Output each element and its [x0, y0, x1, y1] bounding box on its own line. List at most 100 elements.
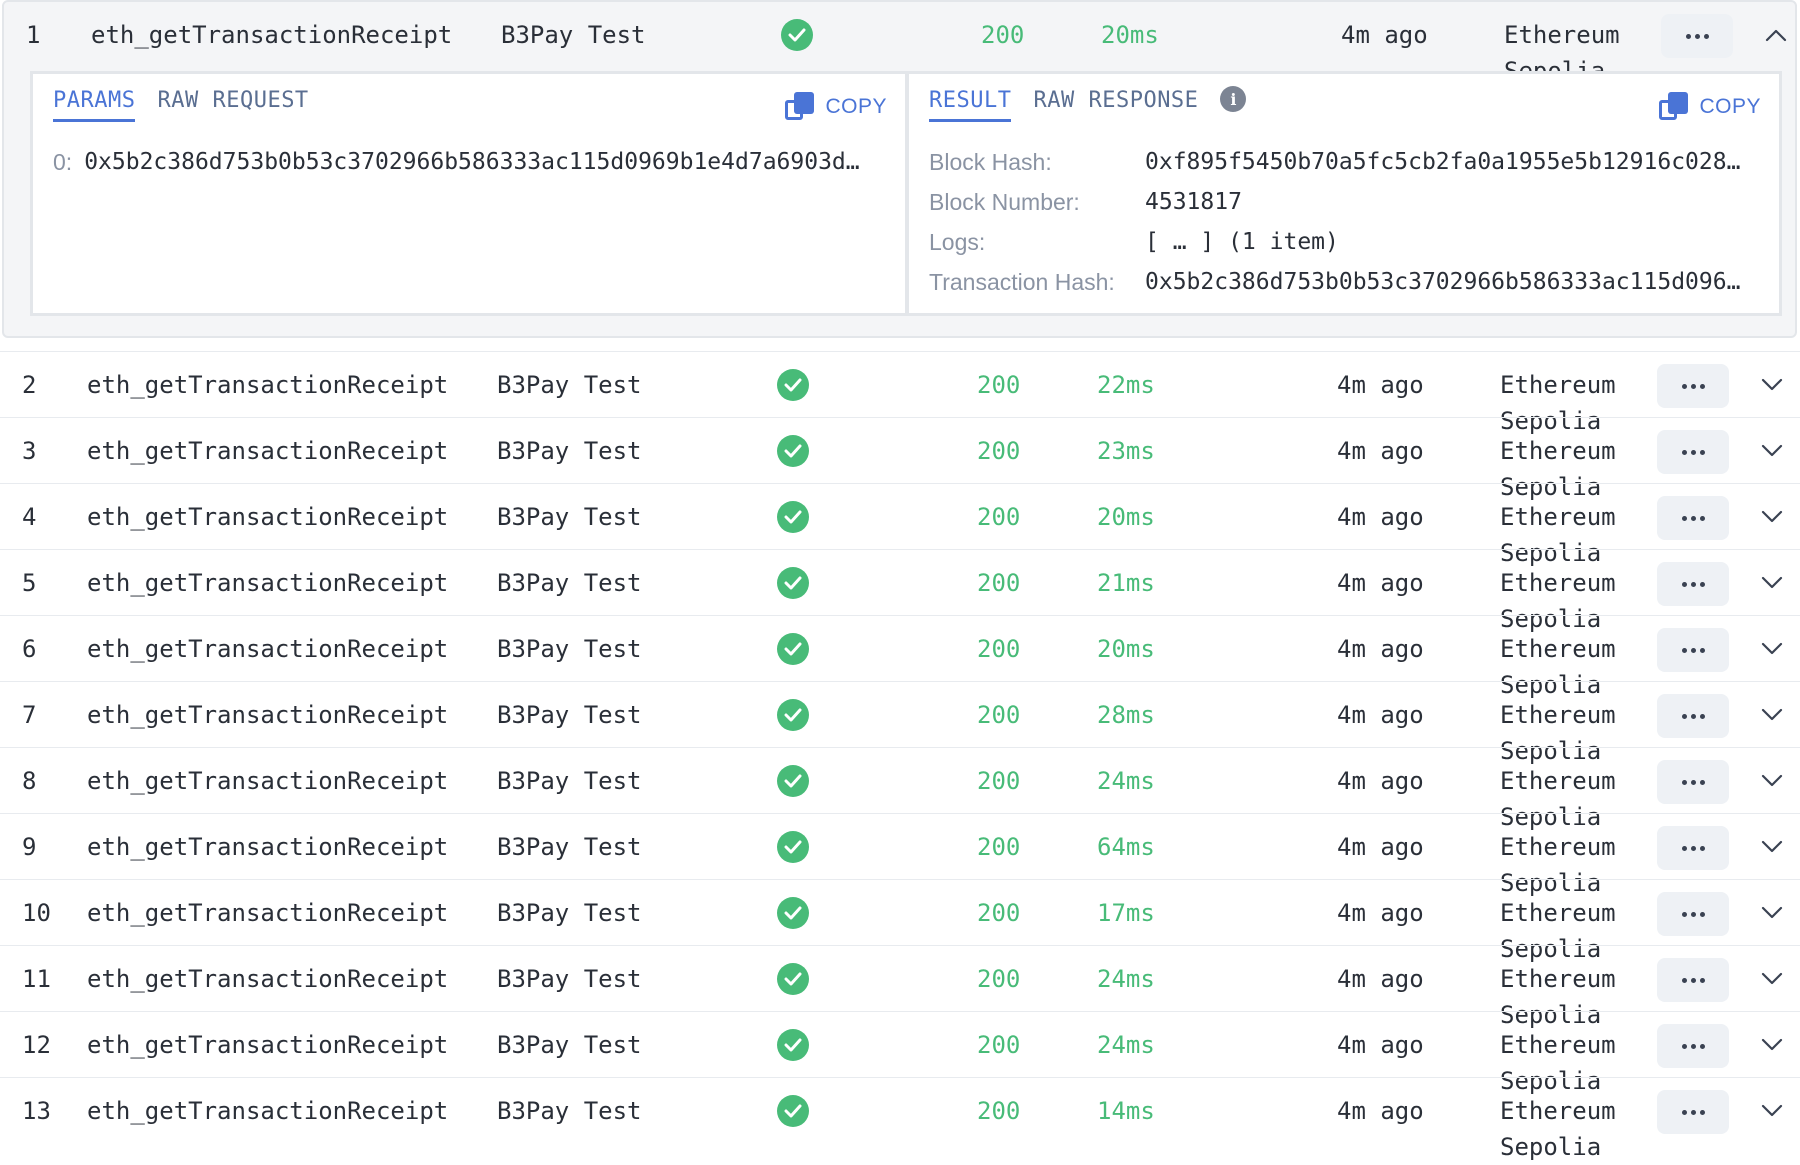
expand-row-button[interactable]: [1754, 748, 1790, 814]
status-code: 200: [981, 21, 1025, 49]
chevron-down-icon: [1761, 1038, 1783, 1051]
table-row[interactable]: 8 eth_getTransactionReceipt B3Pay Test 2…: [0, 748, 1800, 831]
more-options-button[interactable]: [1657, 628, 1729, 672]
copy-request-button[interactable]: COPY: [785, 92, 887, 122]
expand-row-button[interactable]: [1754, 418, 1790, 484]
table-row[interactable]: 9 eth_getTransactionReceipt B3Pay Test 2…: [0, 814, 1800, 897]
method-name: eth_getTransactionReceipt: [91, 21, 453, 49]
check-circle-icon: [781, 19, 813, 51]
table-row[interactable]: 2 eth_getTransactionReceipt B3Pay Test 2…: [0, 352, 1800, 435]
expand-row-button[interactable]: [1754, 1012, 1790, 1078]
timestamp: 4m ago: [1337, 767, 1424, 795]
latency: 64ms: [1097, 833, 1155, 861]
method-name: eth_getTransactionReceipt: [87, 569, 449, 597]
check-circle-icon: [777, 699, 809, 731]
table-row[interactable]: 10 eth_getTransactionReceipt B3Pay Test …: [0, 880, 1800, 963]
row-number: 11: [22, 965, 51, 993]
field-value[interactable]: 0xf895f5450b70a5fc5cb2fa0a1955e5b12916c0…: [1145, 149, 1740, 176]
row-number: 13: [22, 1097, 51, 1125]
chevron-down-icon: [1761, 972, 1783, 985]
field-value[interactable]: 4531817: [1145, 189, 1242, 216]
network-name: Ethereum: [1500, 1031, 1616, 1059]
more-options-button[interactable]: [1657, 760, 1729, 804]
network-name: Ethereum: [1500, 635, 1616, 663]
more-options-button[interactable]: [1657, 1024, 1729, 1068]
chevron-down-icon: [1761, 840, 1783, 853]
table-row[interactable]: 1 eth_getTransactionReceipt B3Pay Test 2…: [4, 2, 1800, 85]
field-value[interactable]: [ … ] (1 item): [1145, 229, 1339, 256]
table-row[interactable]: 5 eth_getTransactionReceipt B3Pay Test 2…: [0, 550, 1800, 633]
tab-raw-response[interactable]: RAW RESPONSE: [1033, 88, 1198, 119]
project-name: B3Pay Test: [497, 899, 642, 927]
method-name: eth_getTransactionReceipt: [87, 965, 449, 993]
expand-row-button[interactable]: [1754, 616, 1790, 682]
ellipsis-icon: [1685, 33, 1691, 39]
method-name: eth_getTransactionReceipt: [87, 1097, 449, 1125]
ellipsis-icon: [1681, 845, 1687, 851]
more-options-button[interactable]: [1657, 826, 1729, 870]
expand-row-button[interactable]: [1754, 946, 1790, 1012]
table-row[interactable]: 4 eth_getTransactionReceipt B3Pay Test 2…: [0, 484, 1800, 567]
row-number: 5: [22, 569, 37, 597]
copy-response-button[interactable]: COPY: [1659, 92, 1761, 122]
project-name: B3Pay Test: [497, 1031, 642, 1059]
expand-row-button[interactable]: [1754, 682, 1790, 748]
row-number: 3: [22, 437, 37, 465]
more-options-button[interactable]: [1657, 496, 1729, 540]
chevron-up-icon: [1765, 29, 1787, 42]
row-number: 2: [22, 371, 37, 399]
more-options-button[interactable]: [1657, 1090, 1729, 1134]
request-panel: PARAMS RAW REQUEST COPY 0: 0x5b2c386d753…: [30, 71, 908, 316]
table-row[interactable]: 12 eth_getTransactionReceipt B3Pay Test …: [0, 1012, 1800, 1095]
table-row[interactable]: 6 eth_getTransactionReceipt B3Pay Test 2…: [0, 616, 1800, 699]
ellipsis-icon: [1681, 977, 1687, 983]
more-options-button[interactable]: [1657, 562, 1729, 606]
more-options-button[interactable]: [1657, 430, 1729, 474]
field-value[interactable]: 0x5b2c386d753b0b53c3702966b586333ac115d0…: [1145, 269, 1740, 296]
expand-row-button[interactable]: [1754, 484, 1790, 550]
tab-result[interactable]: RESULT: [929, 88, 1012, 122]
more-options-button[interactable]: [1657, 892, 1729, 936]
row-number: 12: [22, 1031, 51, 1059]
table-row[interactable]: 3 eth_getTransactionReceipt B3Pay Test 2…: [0, 418, 1800, 501]
expand-row-button[interactable]: [1754, 550, 1790, 616]
timestamp: 4m ago: [1337, 833, 1424, 861]
expand-row-button[interactable]: [1754, 814, 1790, 880]
param-value[interactable]: 0x5b2c386d753b0b53c3702966b586333ac115d0…: [84, 149, 859, 176]
network-name: Ethereum: [1500, 503, 1616, 531]
ellipsis-icon: [1681, 1043, 1687, 1049]
row-divider: [0, 615, 1800, 616]
table-row[interactable]: 7 eth_getTransactionReceipt B3Pay Test 2…: [0, 682, 1800, 765]
project-name: B3Pay Test: [497, 371, 642, 399]
status-code: 200: [977, 899, 1021, 927]
tab-raw-request[interactable]: RAW REQUEST: [157, 88, 308, 122]
row-number: 7: [22, 701, 37, 729]
tab-params[interactable]: PARAMS: [53, 88, 136, 122]
check-circle-icon: [777, 963, 809, 995]
network: Ethereum Sepolia: [1500, 1078, 1616, 1161]
expand-row-button[interactable]: [1754, 352, 1790, 418]
param-key: 0:: [53, 149, 73, 175]
network-name: Ethereum: [1500, 569, 1616, 597]
timestamp: 4m ago: [1337, 1031, 1424, 1059]
network: Ethereum Sepolia: [1500, 484, 1616, 567]
more-options-button[interactable]: [1661, 14, 1733, 58]
project-name: B3Pay Test: [497, 965, 642, 993]
more-options-button[interactable]: [1657, 364, 1729, 408]
ellipsis-icon: [1681, 1109, 1687, 1115]
method-name: eth_getTransactionReceipt: [87, 503, 449, 531]
status-code: 200: [977, 569, 1021, 597]
collapse-row-button[interactable]: [1758, 2, 1794, 68]
expand-row-button[interactable]: [1754, 1078, 1790, 1144]
more-options-button[interactable]: [1657, 694, 1729, 738]
row-number: 4: [22, 503, 37, 531]
check-circle-icon: [777, 435, 809, 467]
status-code: 200: [977, 437, 1021, 465]
project-name: B3Pay Test: [497, 1097, 642, 1125]
table-row[interactable]: 13 eth_getTransactionReceipt B3Pay Test …: [0, 1078, 1800, 1161]
timestamp: 4m ago: [1337, 899, 1424, 927]
table-row[interactable]: 11 eth_getTransactionReceipt B3Pay Test …: [0, 946, 1800, 1029]
info-icon[interactable]: i: [1220, 86, 1247, 112]
more-options-button[interactable]: [1657, 958, 1729, 1002]
expand-row-button[interactable]: [1754, 880, 1790, 946]
